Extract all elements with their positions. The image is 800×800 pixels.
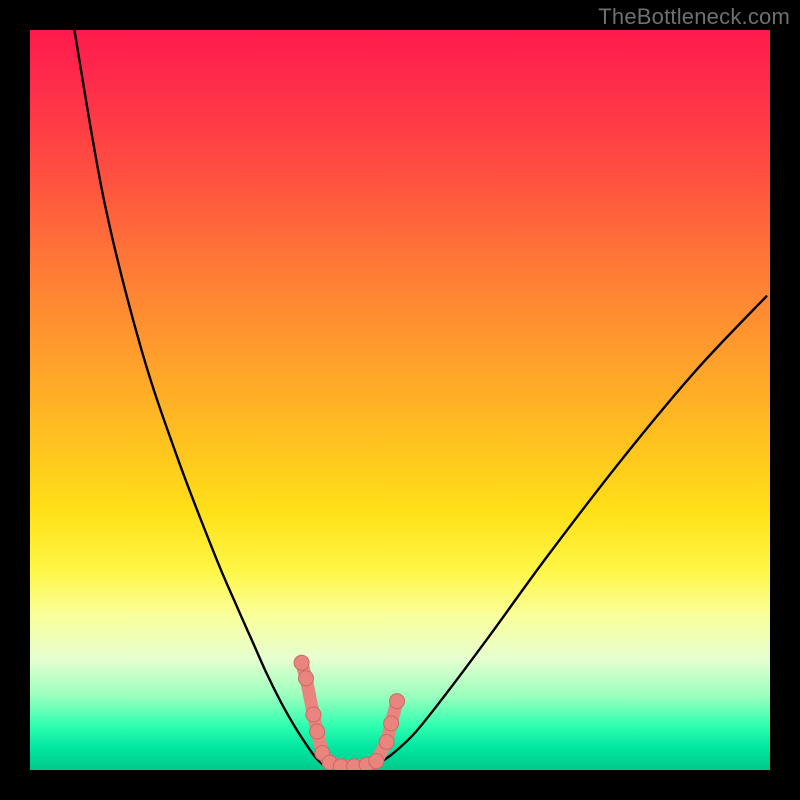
marker-dot	[390, 694, 405, 709]
curve-left-branch	[74, 30, 322, 764]
marker-dot	[379, 734, 394, 749]
plot-area	[30, 30, 770, 770]
marker-dot	[384, 716, 399, 731]
marker-dot	[310, 724, 325, 739]
curve-layer	[30, 30, 770, 770]
marker-dot	[294, 655, 309, 670]
marker-dot	[369, 754, 384, 769]
chart-frame: TheBottleneck.com	[0, 0, 800, 800]
marker-dot	[306, 707, 321, 722]
marker-dot	[333, 759, 348, 770]
curve-right-branch	[378, 296, 767, 764]
marker-dot	[299, 671, 314, 686]
watermark-text: TheBottleneck.com	[598, 4, 790, 30]
